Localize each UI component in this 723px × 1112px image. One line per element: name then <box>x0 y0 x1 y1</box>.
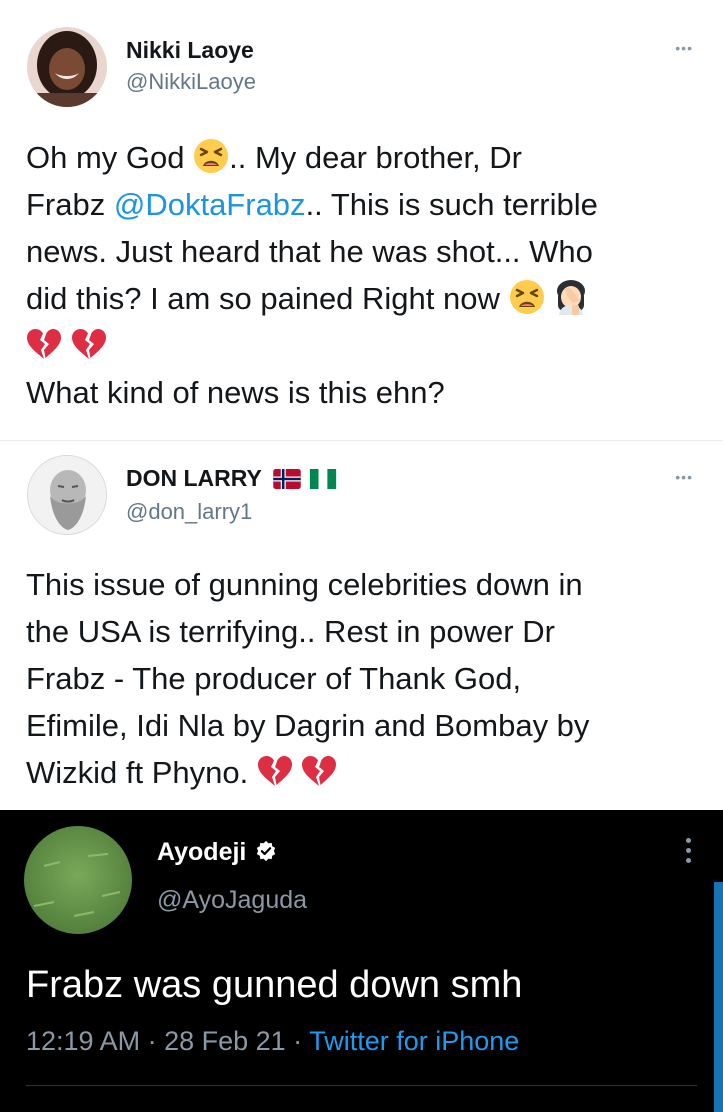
tweet-date[interactable]: 28 Feb 21 <box>164 1026 286 1056</box>
text-line: Frabz - The producer of Thank God, <box>26 661 522 696</box>
tweet-don-larry[interactable]: DON LARRY @don_larry1 ••• This issue of … <box>0 440 723 811</box>
text-line: What kind of news is this ehn? <box>26 375 445 410</box>
more-options-icon[interactable]: ••• <box>675 40 693 56</box>
mention-link[interactable]: @DoktaFrabz <box>114 187 306 222</box>
broken-heart-emoji <box>71 328 107 360</box>
text-line: Efimile, Idi Nla by Dagrin and Bombay by <box>26 708 590 743</box>
tweet-time[interactable]: 12:19 AM <box>26 1026 140 1056</box>
user-name-text: Ayodeji <box>157 838 247 866</box>
avatar[interactable] <box>27 455 107 535</box>
avatar[interactable] <box>27 27 107 107</box>
broken-heart-emoji <box>301 755 337 787</box>
verified-badge-icon <box>257 840 276 862</box>
text-line: Wizkid ft Phyno. <box>26 755 257 790</box>
more-options-icon[interactable]: ••• <box>675 469 693 485</box>
avatar[interactable] <box>24 826 132 934</box>
tired-face-emoji <box>509 279 545 315</box>
text-line: Frabz <box>26 187 114 222</box>
text-line: Oh my God <box>26 140 194 175</box>
user-name[interactable]: Ayodeji <box>157 838 277 867</box>
user-handle[interactable]: @AyoJaguda <box>157 886 307 915</box>
text-line: news. Just heard that he was shot... Who <box>26 234 593 269</box>
norway-flag-icon <box>273 469 301 489</box>
tweet-nikki[interactable]: Nikki Laoye @NikkiLaoye ••• Oh my God ..… <box>0 0 723 440</box>
facepalm-emoji <box>553 279 589 315</box>
tweet-meta: 12:19 AM · 28 Feb 21 · Twitter for iPhon… <box>26 1026 519 1057</box>
user-name[interactable]: DON LARRY <box>126 465 338 492</box>
more-options-icon[interactable] <box>686 838 692 868</box>
broken-heart-emoji <box>257 755 293 787</box>
tweet-text: Frabz was gunned down smh <box>26 964 523 1006</box>
user-handle[interactable]: @don_larry1 <box>126 499 252 525</box>
separator: · <box>140 1026 165 1056</box>
text-line: the USA is terrifying.. Rest in power Dr <box>26 614 555 649</box>
separator: · <box>285 1026 310 1056</box>
tweet-ayodeji[interactable]: Ayodeji @AyoJaguda Frabz was gunned down… <box>0 810 723 1112</box>
broken-heart-emoji <box>26 328 62 360</box>
tweet-source[interactable]: Twitter for iPhone <box>309 1026 519 1056</box>
tired-face-emoji <box>193 138 229 174</box>
divider <box>26 1085 697 1086</box>
user-handle[interactable]: @NikkiLaoye <box>126 69 256 95</box>
text-line: .. My dear brother, Dr <box>229 140 522 175</box>
text-line: .. This is such terrible <box>305 187 598 222</box>
text-line: did this? I am so pained Right now <box>26 281 509 316</box>
nigeria-flag-icon <box>310 469 337 489</box>
tweet-text: This issue of gunning celebrities down i… <box>26 561 696 796</box>
text-line: This issue of gunning celebrities down i… <box>26 567 583 602</box>
tweet-text: Oh my God .. My dear brother, Dr Frabz @… <box>26 134 696 416</box>
user-name-text: DON LARRY <box>126 465 262 491</box>
user-name[interactable]: Nikki Laoye <box>126 37 254 64</box>
scrollbar[interactable] <box>714 882 723 1112</box>
